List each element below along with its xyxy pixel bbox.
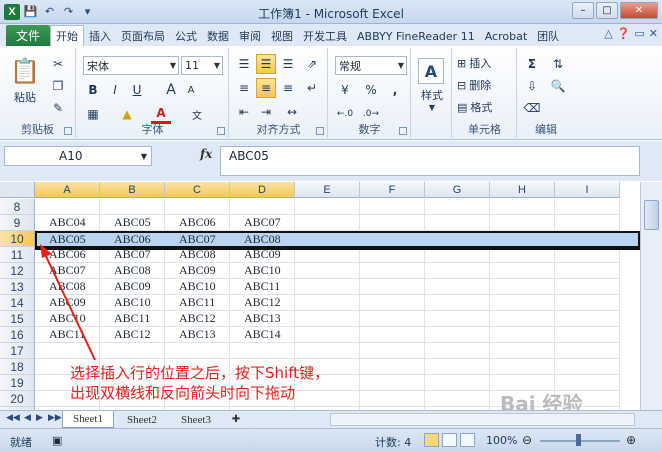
status-ready: 就绪 bbox=[10, 436, 32, 449]
horizontal-scrollbar[interactable] bbox=[330, 413, 635, 426]
sheet-tab-bar: ◀◀ ◀ ▶ ▶▶ Sheet1 Sheet2 Sheet3 ✚ bbox=[0, 410, 662, 428]
sheet-tab-2[interactable]: Sheet2 bbox=[116, 411, 168, 428]
status-count: 计数: 4 bbox=[375, 436, 412, 449]
annotation-arrow-line bbox=[43, 251, 96, 361]
last-sheet-icon[interactable]: ▶▶ bbox=[48, 413, 62, 423]
annotation-line-2: 出现双横线和反向箭头时向下拖动 bbox=[70, 384, 296, 402]
insert-sheet-icon[interactable]: ✚ bbox=[226, 411, 246, 428]
zoom-level[interactable]: 100% bbox=[486, 434, 517, 447]
annotation-line-1: 选择插入行的位置之后，按下Shift键， bbox=[70, 364, 330, 382]
prev-sheet-icon[interactable]: ◀ bbox=[24, 413, 31, 423]
normal-view-button[interactable] bbox=[424, 433, 439, 447]
annotation-text: 选择插入行的位置之后，按下Shift键， 出现双横线和反向箭头时向下拖动 bbox=[70, 363, 329, 403]
page-layout-view-button[interactable] bbox=[442, 433, 457, 447]
zoom-out-icon[interactable]: ⊖ bbox=[522, 433, 532, 447]
zoom-in-icon[interactable]: ⊕ bbox=[626, 433, 636, 447]
next-sheet-icon[interactable]: ▶ bbox=[36, 413, 43, 423]
status-bar: 就绪 ▣ 计数: 4 100% ⊖ ⊕ bbox=[0, 428, 662, 452]
first-sheet-icon[interactable]: ◀◀ bbox=[6, 413, 20, 423]
zoom-slider-thumb[interactable] bbox=[576, 434, 581, 446]
macro-record-icon[interactable]: ▣ bbox=[52, 434, 62, 447]
annotation-arrowhead bbox=[40, 244, 52, 258]
sheet-tab-3[interactable]: Sheet3 bbox=[170, 411, 222, 428]
sheet-tab-1[interactable]: Sheet1 bbox=[62, 411, 114, 428]
page-break-view-button[interactable] bbox=[460, 433, 475, 447]
